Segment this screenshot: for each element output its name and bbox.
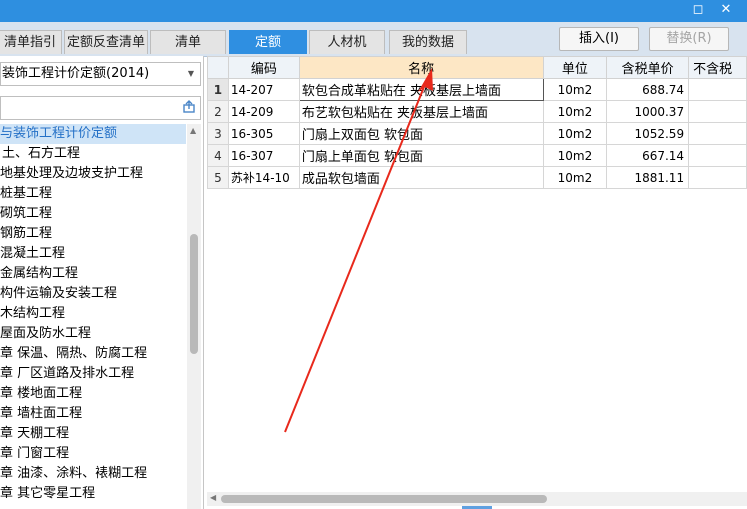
annotation-arrow [284,68,433,433]
